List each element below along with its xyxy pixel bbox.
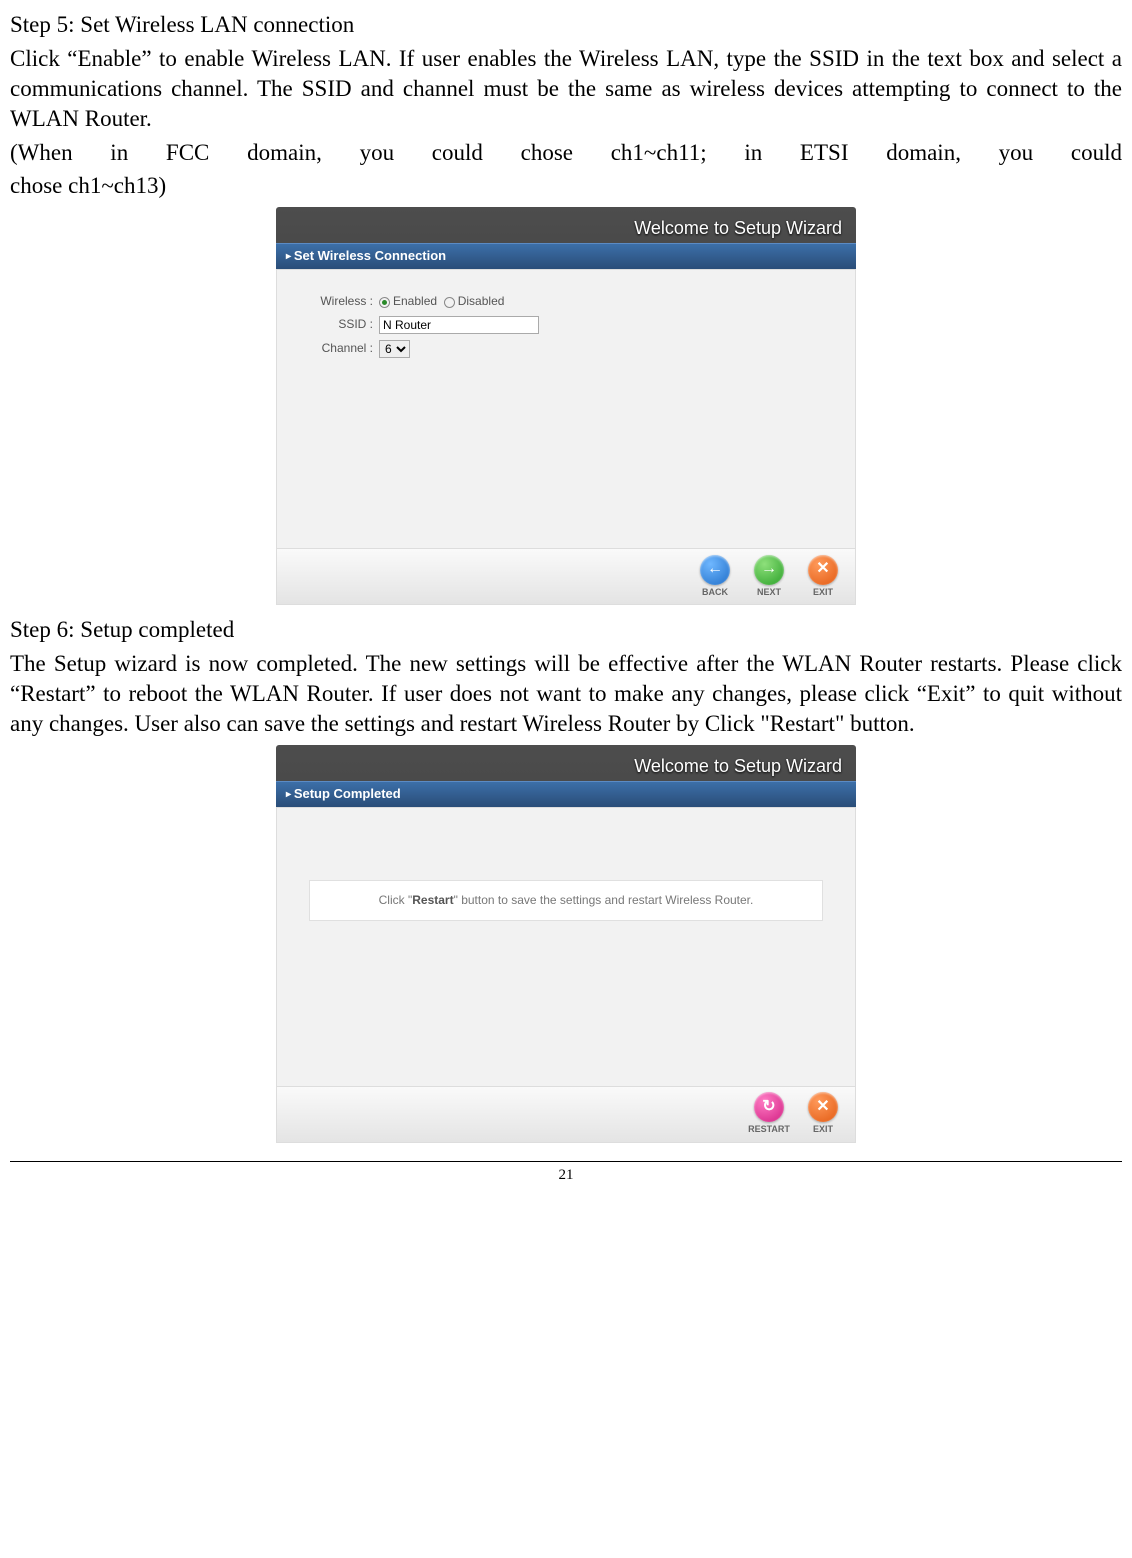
channel-select[interactable]: 6	[379, 340, 410, 358]
exit-button-2[interactable]: ✕ EXIT	[801, 1092, 845, 1136]
page-number: 21	[10, 1161, 1122, 1186]
wireless-disabled-radio[interactable]: Disabled	[444, 294, 505, 310]
back-button[interactable]: ← BACK	[693, 555, 737, 599]
wizard2-section: Setup Completed	[276, 781, 856, 807]
ssid-input[interactable]	[379, 316, 539, 334]
step6-para: The Setup wizard is now completed. The n…	[10, 649, 1122, 739]
next-button[interactable]: → NEXT	[747, 555, 791, 599]
arrow-right-icon: →	[754, 555, 784, 585]
wizard-setup-completed: Welcome to Setup Wizard Setup Completed …	[276, 745, 856, 1143]
step6-title: Step 6: Setup completed	[10, 615, 1122, 645]
step5-para1: Click “Enable” to enable Wireless LAN. I…	[10, 44, 1122, 134]
wizard1-footer: ← BACK → NEXT ✕ EXIT	[276, 549, 856, 605]
wizard2-panel: Click "Restart" button to save the setti…	[276, 807, 856, 1087]
close-icon: ✕	[808, 1092, 838, 1122]
wizard-set-wireless: Welcome to Setup Wizard Set Wireless Con…	[276, 207, 856, 605]
arrow-left-icon: ←	[700, 555, 730, 585]
exit-button[interactable]: ✕ EXIT	[801, 555, 845, 599]
restart-icon: ↻	[754, 1092, 784, 1122]
wizard2-header: Welcome to Setup Wizard	[276, 745, 856, 781]
wizard2-footer: ↻ RESTART ✕ EXIT	[276, 1087, 856, 1143]
step5-title: Step 5: Set Wireless LAN connection	[10, 10, 1122, 40]
restart-message: Click "Restart" button to save the setti…	[309, 880, 823, 922]
wizard1-panel: Wireless : Enabled Disabled SSID : Chann…	[276, 269, 856, 549]
ssid-label: SSID :	[297, 317, 379, 333]
restart-button[interactable]: ↻ RESTART	[747, 1092, 791, 1136]
step5-para2b: chose ch1~ch13)	[10, 171, 1122, 201]
close-icon: ✕	[808, 555, 838, 585]
wireless-label: Wireless :	[297, 294, 379, 310]
wireless-enabled-radio[interactable]: Enabled	[379, 294, 437, 310]
channel-label: Channel :	[297, 341, 379, 357]
wizard1-section: Set Wireless Connection	[276, 243, 856, 269]
wizard1-header: Welcome to Setup Wizard	[276, 207, 856, 243]
step5-para2a: (When in FCC domain, you could chose ch1…	[10, 138, 1122, 168]
